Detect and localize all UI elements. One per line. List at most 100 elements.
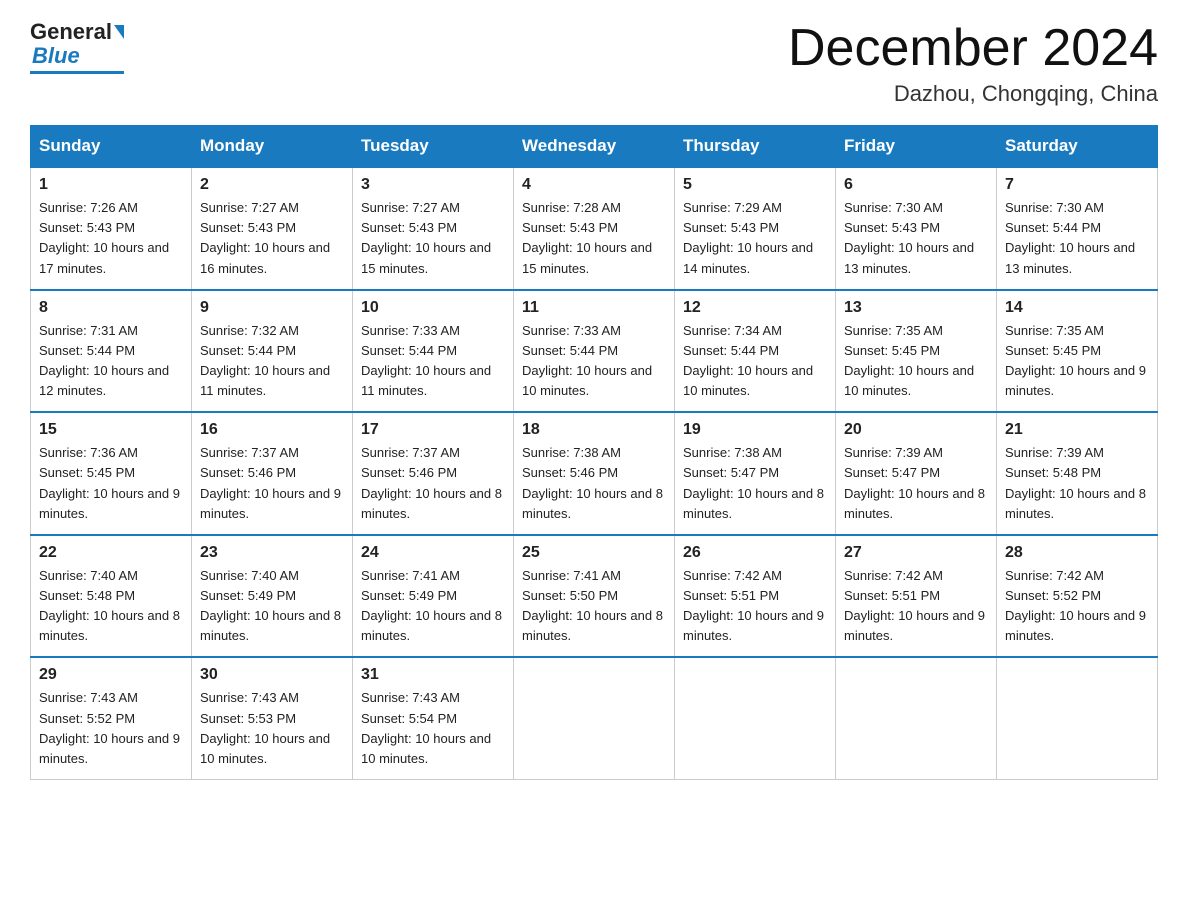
day-cell: 14 Sunrise: 7:35 AMSunset: 5:45 PMDayligh…	[997, 290, 1158, 413]
day-cell	[836, 657, 997, 779]
day-cell: 27Sunrise: 7:42 AMSunset: 5:51 PMDayligh…	[836, 535, 997, 658]
day-cell: 15 Sunrise: 7:36 AMSunset: 5:45 PMDayligh…	[31, 412, 192, 535]
day-cell	[675, 657, 836, 779]
day-number: 24	[361, 544, 505, 562]
header-cell-wednesday: Wednesday	[514, 126, 675, 168]
calendar-title: December 2024	[788, 20, 1158, 77]
header-cell-sunday: Sunday	[31, 126, 192, 168]
day-info: Sunrise: 7:41 AMSunset: 5:49 PMDaylight:…	[361, 566, 505, 647]
header-cell-tuesday: Tuesday	[353, 126, 514, 168]
day-cell: 26Sunrise: 7:42 AMSunset: 5:51 PMDayligh…	[675, 535, 836, 658]
header-cell-thursday: Thursday	[675, 126, 836, 168]
day-info: Sunrise: 7:30 AMSunset: 5:43 PMDaylight:…	[844, 198, 988, 279]
day-number: 16	[200, 421, 344, 439]
calendar-header: SundayMondayTuesdayWednesdayThursdayFrid…	[31, 126, 1158, 168]
day-number: 15	[39, 421, 183, 439]
day-cell: 28Sunrise: 7:42 AMSunset: 5:52 PMDayligh…	[997, 535, 1158, 658]
day-info: Sunrise: 7:37 AMSunset: 5:46 PMDaylight:…	[200, 443, 344, 524]
day-info: Sunrise: 7:28 AMSunset: 5:43 PMDaylight:…	[522, 198, 666, 279]
day-info: Sunrise: 7:41 AMSunset: 5:50 PMDaylight:…	[522, 566, 666, 647]
day-cell: 8 Sunrise: 7:31 AMSunset: 5:44 PMDaylight…	[31, 290, 192, 413]
day-cell: 13 Sunrise: 7:35 AMSunset: 5:45 PMDayligh…	[836, 290, 997, 413]
day-number: 2	[200, 176, 344, 194]
day-info: Sunrise: 7:42 AMSunset: 5:52 PMDaylight:…	[1005, 566, 1149, 647]
week-row-1: 1 Sunrise: 7:26 AMSunset: 5:43 PMDaylight…	[31, 167, 1158, 290]
day-info: Sunrise: 7:33 AMSunset: 5:44 PMDaylight:…	[522, 321, 666, 402]
page-header: General Blue December 2024 Dazhou, Chong…	[30, 20, 1158, 107]
day-cell: 17 Sunrise: 7:37 AMSunset: 5:46 PMDayligh…	[353, 412, 514, 535]
day-info: Sunrise: 7:37 AMSunset: 5:46 PMDaylight:…	[361, 443, 505, 524]
day-info: Sunrise: 7:29 AMSunset: 5:43 PMDaylight:…	[683, 198, 827, 279]
day-cell: 5 Sunrise: 7:29 AMSunset: 5:43 PMDaylight…	[675, 167, 836, 290]
day-number: 21	[1005, 421, 1149, 439]
header-cell-monday: Monday	[192, 126, 353, 168]
day-info: Sunrise: 7:34 AMSunset: 5:44 PMDaylight:…	[683, 321, 827, 402]
day-info: Sunrise: 7:38 AMSunset: 5:47 PMDaylight:…	[683, 443, 827, 524]
day-number: 9	[200, 299, 344, 317]
week-row-5: 29 Sunrise: 7:43 AMSunset: 5:52 PMDayligh…	[31, 657, 1158, 779]
logo-text-main: General	[30, 20, 112, 44]
calendar-subtitle: Dazhou, Chongqing, China	[788, 81, 1158, 107]
logo-divider	[30, 71, 124, 74]
day-number: 20	[844, 421, 988, 439]
logo-text-blue: Blue	[32, 44, 80, 68]
day-cell: 10 Sunrise: 7:33 AMSunset: 5:44 PMDayligh…	[353, 290, 514, 413]
day-number: 29	[39, 666, 183, 684]
day-info: Sunrise: 7:38 AMSunset: 5:46 PMDaylight:…	[522, 443, 666, 524]
day-cell: 1 Sunrise: 7:26 AMSunset: 5:43 PMDaylight…	[31, 167, 192, 290]
day-number: 22	[39, 544, 183, 562]
day-cell: 2Sunrise: 7:27 AMSunset: 5:43 PMDaylight…	[192, 167, 353, 290]
day-info: Sunrise: 7:27 AMSunset: 5:43 PMDaylight:…	[361, 198, 505, 279]
day-cell: 18 Sunrise: 7:38 AMSunset: 5:46 PMDayligh…	[514, 412, 675, 535]
day-cell: 3Sunrise: 7:27 AMSunset: 5:43 PMDaylight…	[353, 167, 514, 290]
day-number: 7	[1005, 176, 1149, 194]
header-cell-friday: Friday	[836, 126, 997, 168]
day-number: 10	[361, 299, 505, 317]
day-number: 6	[844, 176, 988, 194]
day-number: 14	[1005, 299, 1149, 317]
day-number: 5	[683, 176, 827, 194]
day-cell: 24 Sunrise: 7:41 AMSunset: 5:49 PMDayligh…	[353, 535, 514, 658]
day-cell	[514, 657, 675, 779]
day-cell: 20 Sunrise: 7:39 AMSunset: 5:47 PMDayligh…	[836, 412, 997, 535]
calendar-body: 1 Sunrise: 7:26 AMSunset: 5:43 PMDaylight…	[31, 167, 1158, 779]
week-row-4: 22 Sunrise: 7:40 AMSunset: 5:48 PMDayligh…	[31, 535, 1158, 658]
day-cell: 23 Sunrise: 7:40 AMSunset: 5:49 PMDayligh…	[192, 535, 353, 658]
day-number: 17	[361, 421, 505, 439]
day-cell: 9Sunrise: 7:32 AMSunset: 5:44 PMDaylight…	[192, 290, 353, 413]
header-cell-saturday: Saturday	[997, 126, 1158, 168]
day-number: 27	[844, 544, 988, 562]
day-info: Sunrise: 7:40 AMSunset: 5:48 PMDaylight:…	[39, 566, 183, 647]
day-number: 13	[844, 299, 988, 317]
header-row: SundayMondayTuesdayWednesdayThursdayFrid…	[31, 126, 1158, 168]
day-cell: 7Sunrise: 7:30 AMSunset: 5:44 PMDaylight…	[997, 167, 1158, 290]
day-number: 23	[200, 544, 344, 562]
day-cell: 29 Sunrise: 7:43 AMSunset: 5:52 PMDayligh…	[31, 657, 192, 779]
day-cell: 21 Sunrise: 7:39 AMSunset: 5:48 PMDayligh…	[997, 412, 1158, 535]
day-info: Sunrise: 7:31 AMSunset: 5:44 PMDaylight:…	[39, 321, 183, 402]
day-number: 1	[39, 176, 183, 194]
day-number: 8	[39, 299, 183, 317]
day-info: Sunrise: 7:39 AMSunset: 5:48 PMDaylight:…	[1005, 443, 1149, 524]
day-number: 19	[683, 421, 827, 439]
day-info: Sunrise: 7:33 AMSunset: 5:44 PMDaylight:…	[361, 321, 505, 402]
day-number: 4	[522, 176, 666, 194]
day-info: Sunrise: 7:39 AMSunset: 5:47 PMDaylight:…	[844, 443, 988, 524]
logo: General Blue	[30, 20, 124, 74]
day-info: Sunrise: 7:40 AMSunset: 5:49 PMDaylight:…	[200, 566, 344, 647]
day-cell	[997, 657, 1158, 779]
day-cell: 16 Sunrise: 7:37 AMSunset: 5:46 PMDayligh…	[192, 412, 353, 535]
day-number: 18	[522, 421, 666, 439]
day-number: 31	[361, 666, 505, 684]
day-cell: 31Sunrise: 7:43 AMSunset: 5:54 PMDayligh…	[353, 657, 514, 779]
day-number: 30	[200, 666, 344, 684]
day-number: 25	[522, 544, 666, 562]
day-info: Sunrise: 7:43 AMSunset: 5:52 PMDaylight:…	[39, 688, 183, 769]
day-info: Sunrise: 7:36 AMSunset: 5:45 PMDaylight:…	[39, 443, 183, 524]
day-cell: 11Sunrise: 7:33 AMSunset: 5:44 PMDayligh…	[514, 290, 675, 413]
day-cell: 6 Sunrise: 7:30 AMSunset: 5:43 PMDaylight…	[836, 167, 997, 290]
day-number: 12	[683, 299, 827, 317]
day-info: Sunrise: 7:26 AMSunset: 5:43 PMDaylight:…	[39, 198, 183, 279]
day-info: Sunrise: 7:35 AMSunset: 5:45 PMDaylight:…	[1005, 321, 1149, 402]
day-info: Sunrise: 7:35 AMSunset: 5:45 PMDaylight:…	[844, 321, 988, 402]
